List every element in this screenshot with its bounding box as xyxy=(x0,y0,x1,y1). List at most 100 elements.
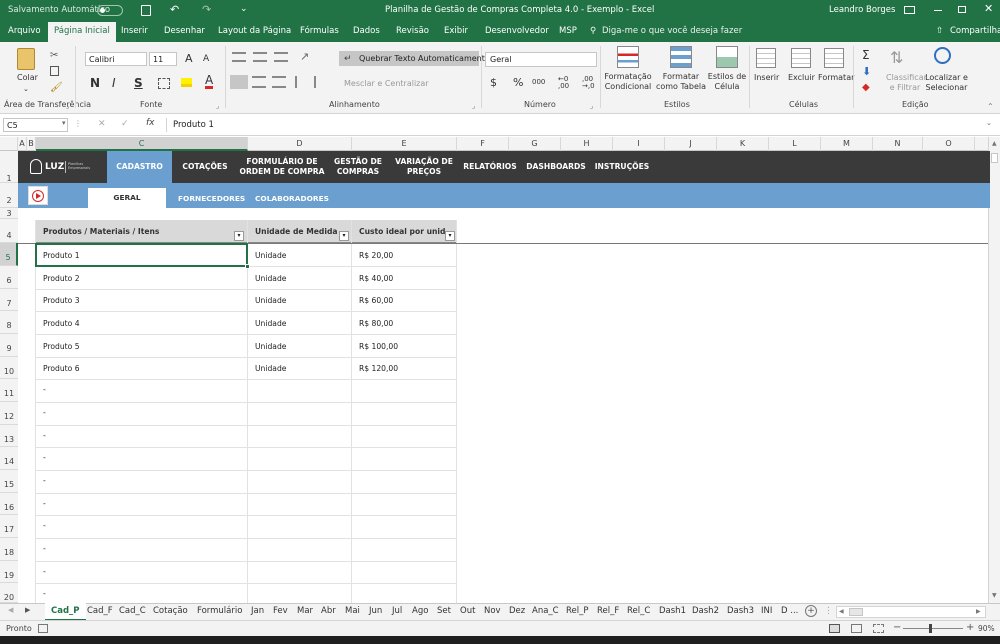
column-header-m[interactable]: M xyxy=(821,137,873,151)
prev-sheet-icon[interactable]: ◀ xyxy=(8,606,13,614)
autosum-icon[interactable]: Σ xyxy=(862,48,870,62)
row-header[interactable]: 17 xyxy=(0,515,18,538)
sheet-tab[interactable]: Dez xyxy=(509,606,525,616)
sheet-tab[interactable]: Rel_F xyxy=(597,606,619,616)
format-as-table-icon[interactable] xyxy=(670,46,692,68)
find-select-icon[interactable] xyxy=(934,47,951,64)
currency-button[interactable]: $ xyxy=(490,76,497,89)
cell-product[interactable]: Produto 2 xyxy=(43,274,80,283)
tab-inserir[interactable]: Inserir xyxy=(121,26,148,36)
sheet-tab[interactable]: Jul xyxy=(392,606,402,616)
column-header-f[interactable]: F xyxy=(457,137,509,151)
column-header-c[interactable]: C xyxy=(36,137,248,151)
row-header[interactable]: 18 xyxy=(0,538,18,561)
sheet-tab[interactable]: Cad_F xyxy=(87,606,113,616)
empty-cell-marker[interactable]: - xyxy=(43,567,46,576)
cancel-entry-icon[interactable]: ✕ xyxy=(98,119,106,129)
row-header[interactable]: 11 xyxy=(0,379,18,402)
scroll-down-icon[interactable]: ▼ xyxy=(992,592,997,599)
underline-button[interactable]: S xyxy=(134,76,143,90)
column-header-a[interactable]: A xyxy=(18,137,27,151)
fill-handle[interactable] xyxy=(245,264,250,269)
tab-formulas[interactable]: Fórmulas xyxy=(300,26,339,36)
delete-cells-icon[interactable] xyxy=(791,48,811,68)
sheet-tab[interactable]: Fev xyxy=(273,606,288,616)
close-icon[interactable]: ✕ xyxy=(984,2,993,15)
tab-msp[interactable]: MSP xyxy=(559,26,577,36)
font-size-select[interactable]: 11 xyxy=(149,52,177,66)
normal-view-icon[interactable] xyxy=(829,624,840,633)
sheet-tab[interactable]: Mar xyxy=(297,606,313,616)
row-header[interactable]: 5 xyxy=(0,243,18,266)
empty-cell-marker[interactable]: - xyxy=(43,385,46,394)
nav-relatorios[interactable]: RELATÓRIOS xyxy=(462,151,518,183)
insert-function-button[interactable]: fx xyxy=(146,118,155,128)
fill-icon[interactable]: ⬇ xyxy=(862,65,871,78)
sheet-tab[interactable]: Dash1 xyxy=(659,606,686,616)
horizontal-scroll-thumb[interactable] xyxy=(849,608,863,616)
row-header[interactable]: 20 xyxy=(0,583,18,603)
cell-unit[interactable]: Unidade xyxy=(255,319,286,328)
clear-icon[interactable]: ◆ xyxy=(862,82,870,93)
share-button[interactable]: Compartilhar xyxy=(950,26,1000,36)
name-box-dropdown-icon[interactable]: ▾ xyxy=(62,119,66,127)
cell-cost[interactable]: R$ 20,00 xyxy=(359,251,393,260)
copy-icon[interactable] xyxy=(50,66,59,76)
column-header-h[interactable]: H xyxy=(561,137,613,151)
bold-button[interactable]: N xyxy=(90,76,100,90)
column-header-e[interactable]: E xyxy=(352,137,457,151)
sheet-tab[interactable]: Ana_C xyxy=(532,606,559,616)
align-center-icon[interactable] xyxy=(252,76,266,88)
cell-unit[interactable]: Unidade xyxy=(255,274,286,283)
zoom-level[interactable]: 90% xyxy=(978,624,995,633)
empty-cell-marker[interactable]: - xyxy=(43,589,46,598)
insert-cells-button[interactable]: Inserir xyxy=(754,73,779,83)
cell-cost[interactable]: R$ 60,00 xyxy=(359,296,393,305)
formula-input[interactable]: Produto 1 xyxy=(166,118,996,132)
cell-cost[interactable]: R$ 120,00 xyxy=(359,364,398,373)
nav-cadastro[interactable]: CADASTRO xyxy=(107,151,172,183)
row-header[interactable]: 2 xyxy=(0,183,18,208)
scroll-up-icon[interactable]: ▲ xyxy=(992,140,997,147)
name-box[interactable]: C5 xyxy=(3,118,68,132)
save-icon[interactable] xyxy=(141,5,151,16)
minimize-icon[interactable] xyxy=(934,10,942,11)
scroll-right-icon[interactable]: ▶ xyxy=(976,608,981,615)
nav-formulario-ordem-compra[interactable]: FORMULÁRIO DE ORDEM DE COMPRA xyxy=(238,151,326,183)
conditional-formatting-button[interactable]: Formatação Condicional xyxy=(604,72,652,92)
ribbon-display-options-icon[interactable] xyxy=(904,6,915,14)
borders-icon[interactable] xyxy=(158,78,170,89)
cell-cost[interactable]: R$ 40,00 xyxy=(359,274,393,283)
filter-dropdown-icon[interactable]: ▾ xyxy=(339,231,349,241)
empty-cell-marker[interactable]: - xyxy=(43,431,46,440)
empty-cell-marker[interactable]: - xyxy=(43,476,46,485)
cell-product[interactable]: Produto 1 xyxy=(43,251,80,260)
customize-qat-icon[interactable]: ⌄ xyxy=(240,4,248,14)
cut-icon[interactable]: ✂ xyxy=(50,50,58,61)
sheet-tab[interactable]: INI xyxy=(761,606,772,616)
empty-cell-marker[interactable]: - xyxy=(43,521,46,530)
tab-pagina-inicial[interactable]: Página Inicial xyxy=(48,22,116,42)
column-header-n[interactable]: N xyxy=(873,137,923,151)
column-header-b[interactable]: B xyxy=(27,137,36,151)
empty-cell-marker[interactable]: - xyxy=(43,408,46,417)
row-header[interactable]: 10 xyxy=(0,357,18,379)
row-header[interactable]: 16 xyxy=(0,493,18,515)
row-header[interactable]: 4 xyxy=(0,219,18,243)
alignment-launcher-icon[interactable]: ⌟ xyxy=(472,102,475,110)
column-header-g[interactable]: G xyxy=(509,137,561,151)
subtab-fornecedores[interactable]: FORNECEDORES xyxy=(178,194,245,203)
autosave-toggle[interactable] xyxy=(97,5,123,16)
macro-record-icon[interactable] xyxy=(38,624,48,633)
expand-formula-bar-icon[interactable]: ⌄ xyxy=(986,119,992,127)
subtab-colaboradores[interactable]: COLABORADORES xyxy=(255,194,329,203)
tab-exibir[interactable]: Exibir xyxy=(444,26,468,36)
grow-font-icon[interactable]: A xyxy=(185,52,193,65)
paste-icon[interactable] xyxy=(17,48,35,70)
sheet-tab[interactable]: Dash3 xyxy=(727,606,754,616)
column-header-k[interactable]: K xyxy=(717,137,769,151)
cell-styles-icon[interactable] xyxy=(716,46,738,68)
italic-button[interactable]: I xyxy=(112,76,116,90)
confirm-entry-icon[interactable]: ✓ xyxy=(121,119,129,129)
align-bottom-icon[interactable] xyxy=(274,52,288,62)
